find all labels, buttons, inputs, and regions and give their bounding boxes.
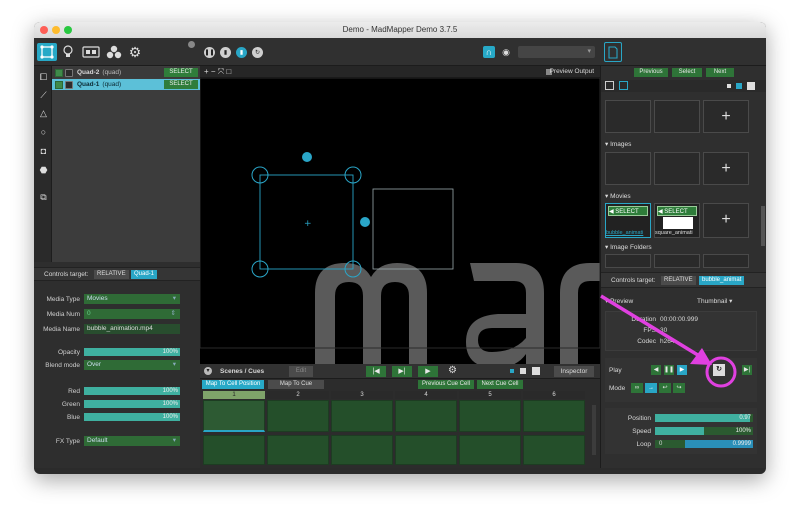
annotation-arrow-line: [600, 294, 707, 362]
annotation-circle: [705, 356, 737, 388]
annotation-overlay: [600, 294, 737, 388]
